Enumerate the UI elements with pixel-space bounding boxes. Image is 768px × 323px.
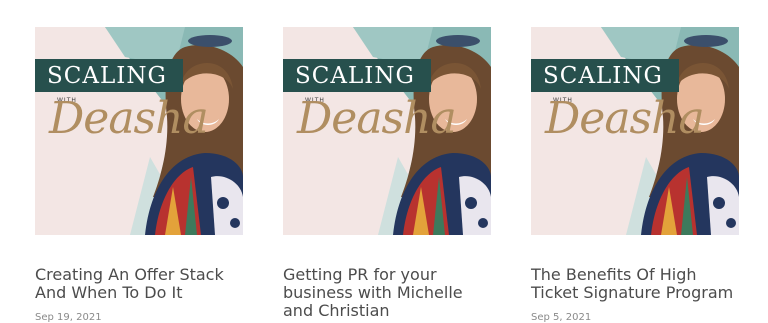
brand-name-script: Deasha: [297, 93, 457, 144]
post-date: Sep 19, 2021: [35, 312, 102, 323]
brand-title: SCALING: [543, 63, 663, 89]
blog-post-card: SCALING WITH Deasha Getting PR for your …: [283, 27, 491, 320]
post-thumbnail[interactable]: SCALING WITH Deasha: [531, 27, 739, 235]
post-title-link[interactable]: Getting PR for your business with Michel…: [283, 266, 491, 320]
post-title-link[interactable]: The Benefits Of High Ticket Signature Pr…: [531, 266, 739, 302]
blog-post-card: SCALING WITH Deasha The Benefits Of High…: [531, 27, 739, 323]
brand-title: SCALING: [295, 63, 415, 89]
brand-title: SCALING: [47, 63, 167, 89]
post-thumbnail[interactable]: SCALING WITH Deasha: [283, 27, 491, 235]
brand-name-script: Deasha: [545, 93, 705, 144]
brand-name-script: Deasha: [49, 93, 209, 144]
post-date: Sep 5, 2021: [531, 312, 592, 323]
post-thumbnail[interactable]: SCALING WITH Deasha: [35, 27, 243, 235]
blog-post-card: SCALING WITH Deasha Creating An Offer St…: [35, 27, 243, 323]
post-title-link[interactable]: Creating An Offer Stack And When To Do I…: [35, 266, 243, 302]
